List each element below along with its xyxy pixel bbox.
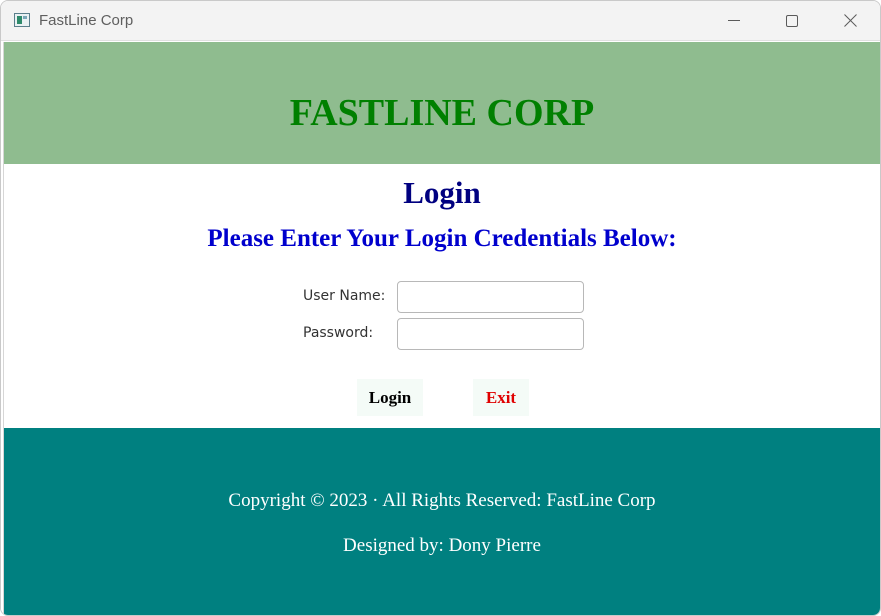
username-label: User Name: bbox=[303, 288, 386, 304]
app-window: FastLine Corp FASTLINE CORP Login Please… bbox=[0, 0, 881, 616]
password-input[interactable] bbox=[397, 318, 584, 350]
copyright-text: Copyright © 2023 · All Rights Reserved: … bbox=[228, 490, 656, 511]
exit-button[interactable]: Exit bbox=[473, 379, 529, 416]
login-button[interactable]: Login bbox=[357, 379, 423, 416]
username-input[interactable] bbox=[397, 281, 584, 313]
header-banner: FASTLINE CORP bbox=[4, 42, 880, 164]
footer-banner: Copyright © 2023 · All Rights Reserved: … bbox=[4, 428, 880, 615]
title-bar[interactable]: FastLine Corp bbox=[1, 1, 880, 41]
app-icon bbox=[14, 13, 30, 27]
close-icon[interactable] bbox=[820, 1, 878, 41]
designer-credit: Designed by: Dony Pierre bbox=[343, 535, 541, 556]
brand-title: FASTLINE CORP bbox=[289, 92, 595, 134]
minimize-icon[interactable] bbox=[704, 1, 762, 41]
maximize-icon[interactable] bbox=[762, 1, 820, 41]
window-title: FastLine Corp bbox=[39, 12, 134, 29]
password-label: Password: bbox=[303, 325, 374, 341]
login-heading: Login bbox=[403, 175, 481, 210]
login-instructions: Please Enter Your Login Credentials Belo… bbox=[207, 225, 677, 252]
